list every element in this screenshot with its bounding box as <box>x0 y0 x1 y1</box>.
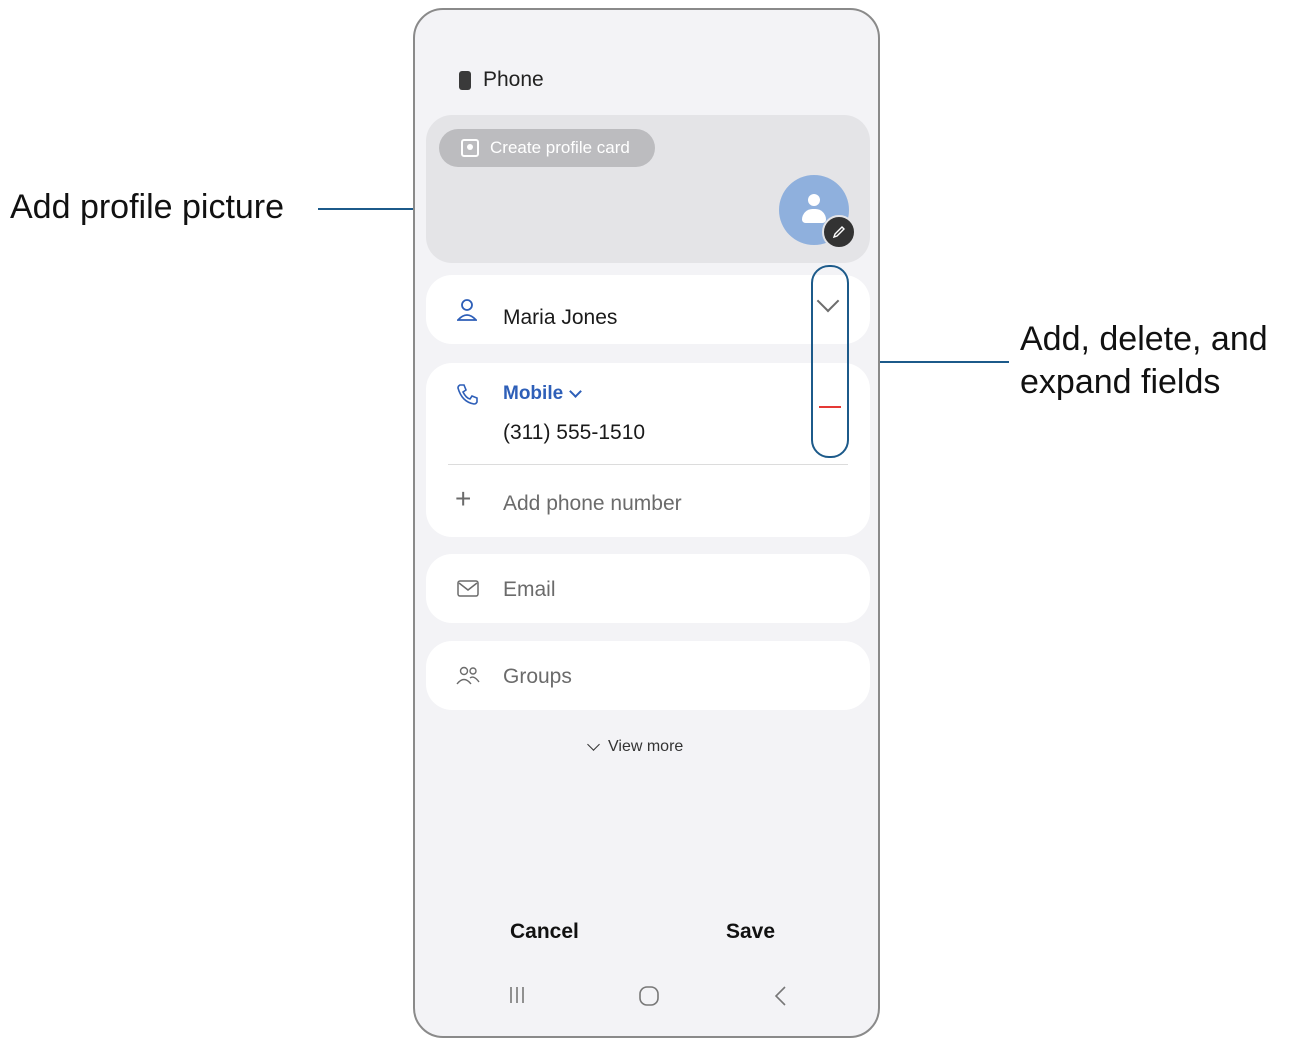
create-profile-card-label: Create profile card <box>490 138 630 157</box>
callout-fields-line2: expand fields <box>1020 363 1221 401</box>
groups-icon <box>456 666 480 685</box>
callout-add-profile-picture: Add profile picture <box>10 188 285 226</box>
phone-icon <box>457 384 478 405</box>
groups-field-card: Groups <box>426 641 870 710</box>
name-input[interactable]: Maria Jones <box>503 306 617 330</box>
save-button[interactable]: Save <box>726 920 775 944</box>
phone-type-dropdown[interactable]: Mobile <box>503 383 583 405</box>
view-more-button[interactable]: View more <box>587 738 684 756</box>
profile-header: Create profile card <box>426 115 870 263</box>
home-icon[interactable] <box>638 985 660 1007</box>
name-field-card: Maria Jones <box>426 275 870 344</box>
pencil-icon[interactable] <box>822 215 856 249</box>
profile-card-icon <box>461 139 479 157</box>
back-icon[interactable] <box>773 985 789 1007</box>
phone-device-icon <box>459 70 471 90</box>
chevron-down-icon <box>569 385 583 398</box>
phone-number-input[interactable]: (311) 555-1510 <box>503 421 645 445</box>
add-phone-number-button[interactable]: Add phone number <box>503 492 682 516</box>
groups-input[interactable]: Groups <box>503 665 572 689</box>
callout-fields: Add, delete, and expand fields <box>1020 318 1268 404</box>
divider <box>448 464 848 465</box>
phone-field-card: Mobile (311) 555-1510 + Add phone number <box>426 363 870 537</box>
chevron-down-icon <box>587 738 600 751</box>
remove-phone-minus-icon[interactable] <box>819 406 841 408</box>
email-field-card: Email <box>426 554 870 623</box>
person-icon <box>457 299 477 321</box>
create-profile-card-button[interactable]: Create profile card <box>439 129 655 167</box>
email-input[interactable]: Email <box>503 578 556 602</box>
storage-location[interactable]: Phone <box>459 68 544 92</box>
callout-fields-line1: Add, delete, and <box>1020 320 1268 358</box>
cancel-button[interactable]: Cancel <box>510 920 579 944</box>
storage-label: Phone <box>483 68 544 91</box>
person-avatar-icon <box>808 194 820 206</box>
plus-icon[interactable]: + <box>455 483 471 515</box>
recents-icon[interactable] <box>507 985 527 1005</box>
phone-type-label: Mobile <box>503 383 564 404</box>
view-more-label: View more <box>608 738 684 755</box>
person-avatar-body <box>802 209 826 223</box>
phone-screen: Phone Create profile card Maria Jones Mo… <box>413 8 880 1038</box>
mail-icon <box>457 580 479 597</box>
